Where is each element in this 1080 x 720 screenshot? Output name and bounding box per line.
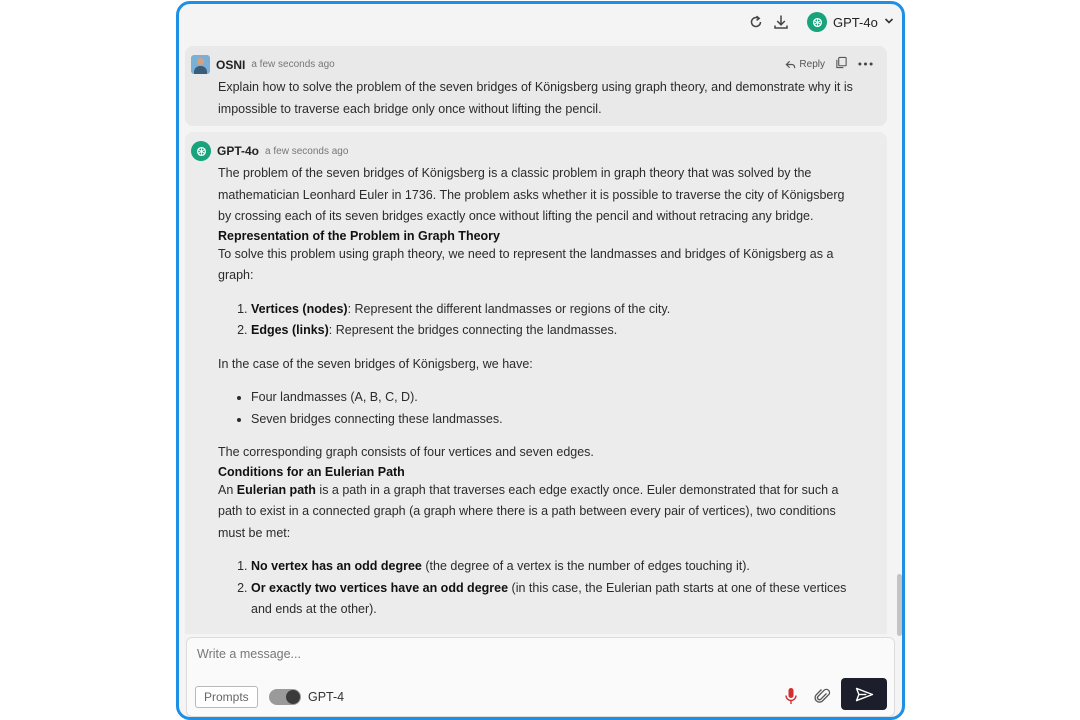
message-body: The problem of the seven bridges of Köni… xyxy=(218,163,858,633)
intro-paragraph: The problem of the seven bridges of Köni… xyxy=(218,166,845,223)
message-timestamp: a few seconds ago xyxy=(265,145,349,157)
list-item: Or exactly two vertices have an odd degr… xyxy=(251,578,858,621)
message-composer: Prompts GPT-4 xyxy=(186,637,895,717)
chat-window: GPT-4o OSNI a few seconds ago Reply Expl… xyxy=(176,1,905,720)
message-input[interactable] xyxy=(195,646,799,662)
openai-logo-icon xyxy=(191,141,211,161)
reply-icon xyxy=(785,60,796,68)
send-button[interactable] xyxy=(841,678,887,710)
ordered-list: No vertex has an odd degree (the degree … xyxy=(218,556,858,621)
copy-icon[interactable] xyxy=(835,56,848,72)
list-item: Vertices (nodes): Represent the differen… xyxy=(251,299,858,321)
prompts-button[interactable]: Prompts xyxy=(195,686,258,708)
section-heading: Representation of the Problem in Graph T… xyxy=(218,228,500,243)
message-author: GPT-4o xyxy=(217,144,260,158)
paragraph: In the case of the seven bridges of Köni… xyxy=(218,356,533,371)
refresh-icon[interactable] xyxy=(747,13,765,31)
microphone-icon[interactable] xyxy=(784,687,798,705)
download-icon[interactable] xyxy=(772,13,790,31)
more-options-icon[interactable] xyxy=(858,59,873,70)
attachment-icon[interactable] xyxy=(814,687,832,705)
message-timestamp: a few seconds ago xyxy=(251,59,335,70)
user-message: OSNI a few seconds ago Reply Explain how… xyxy=(185,46,887,126)
model-name: GPT-4o xyxy=(833,14,878,30)
send-icon xyxy=(855,687,873,701)
top-bar: GPT-4o xyxy=(179,4,902,40)
ordered-list: Vertices (nodes): Represent the differen… xyxy=(218,299,858,342)
chevron-down-icon xyxy=(884,13,894,31)
message-body: Explain how to solve the problem of the … xyxy=(218,77,858,120)
message-author: OSNI xyxy=(216,57,246,72)
paragraph: The corresponding graph consists of four… xyxy=(218,445,594,459)
paragraph: An Eulerian path is a path in a graph th… xyxy=(218,482,839,540)
list-item: Seven bridges connecting these landmasse… xyxy=(251,409,858,431)
openai-logo-icon xyxy=(807,12,827,32)
list-item: Four landmasses (A, B, C, D). xyxy=(251,387,858,409)
scrollbar[interactable] xyxy=(896,42,902,634)
reply-button[interactable]: Reply xyxy=(785,59,825,70)
section-heading: Conditions for an Eulerian Path xyxy=(218,464,405,479)
model-selector[interactable]: GPT-4o xyxy=(807,10,894,34)
message-list[interactable]: OSNI a few seconds ago Reply Explain how… xyxy=(179,42,902,634)
toggle-label: GPT-4 xyxy=(308,690,345,704)
user-message-text: Explain how to solve the problem of the … xyxy=(218,80,853,116)
reply-label: Reply xyxy=(799,58,825,70)
scrollbar-thumb[interactable] xyxy=(897,574,902,636)
bullet-list: Four landmasses (A, B, C, D). Seven brid… xyxy=(218,387,858,430)
paragraph: To solve this problem using graph theory… xyxy=(218,246,834,283)
list-item: No vertex has an odd degree (the degree … xyxy=(251,556,858,578)
list-item: Edges (links): Represent the bridges con… xyxy=(251,320,858,342)
assistant-message: GPT-4o a few seconds ago The problem of … xyxy=(185,132,887,634)
model-toggle[interactable] xyxy=(269,689,301,705)
avatar xyxy=(191,55,210,74)
